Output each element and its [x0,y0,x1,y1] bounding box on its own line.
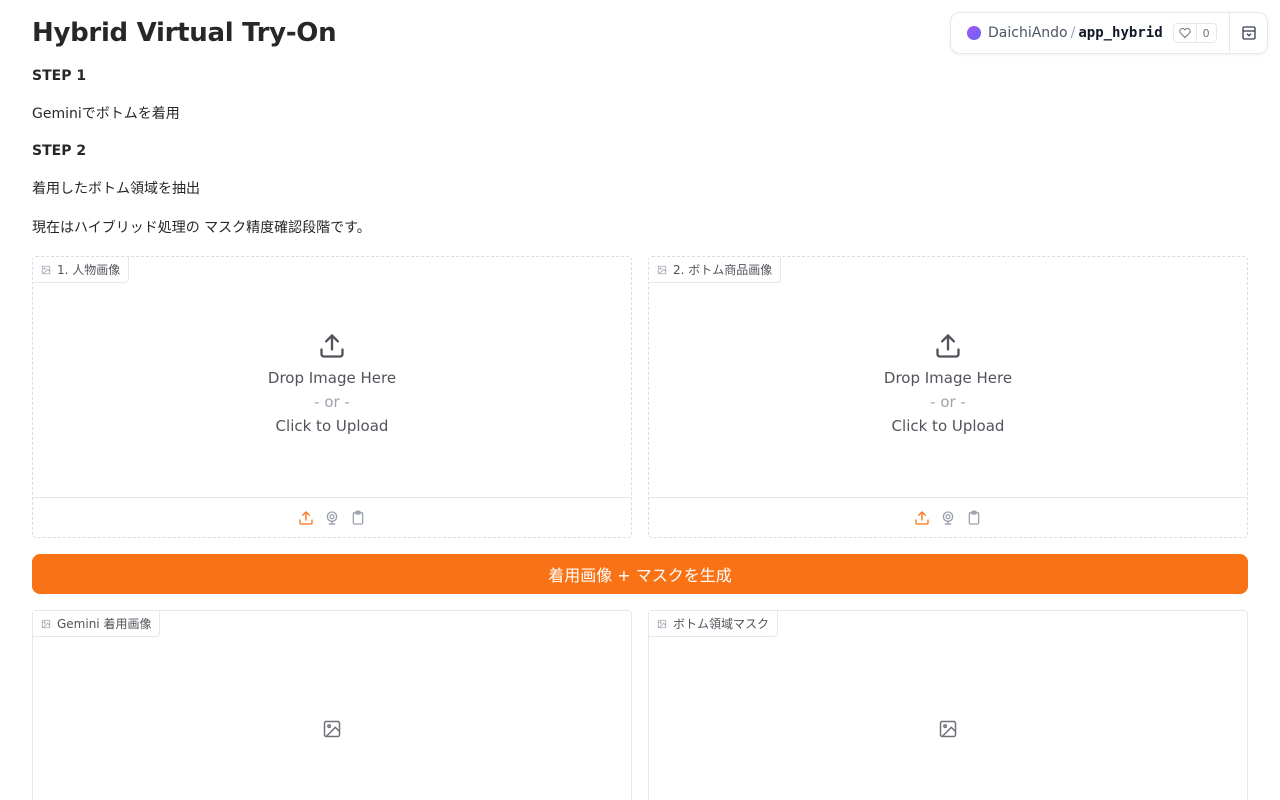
or-text: - or - [930,393,966,411]
app-page: Hybrid Virtual Try-On DaichiAndo / app_h… [0,0,1280,800]
person-image-label-text: 1. 人物画像 [57,263,121,277]
bottom-mask-label-text: ボトム領域マスク [673,617,770,631]
like-count: 0 [1202,26,1210,40]
webcam-source-button[interactable] [324,510,340,526]
step1-text: Geminiでボトムを着用 [32,106,180,122]
webcam-source-button[interactable] [940,510,956,526]
drop-image-text: Drop Image Here [267,369,397,387]
generate-button[interactable]: 着用画像 + マスクを生成 [32,554,1248,594]
upload-icon [915,510,929,525]
image-icon [657,265,667,274]
click-to-upload-text: Click to Upload [891,417,1005,435]
upload-icon [320,334,344,358]
owner-avatar [967,26,981,40]
heart-icon [1174,24,1197,42]
upload-source-button[interactable] [914,510,930,526]
step2-text: 着用したボトム領域を抽出 [32,181,200,197]
person-image-dropzone[interactable]: Drop Image Here - or - Click to Upload [33,257,631,497]
image-icon [41,619,51,628]
step2-heading: STEP 2 [32,143,87,159]
upload-source-button[interactable] [298,510,314,526]
clipboard-source-button[interactable] [350,510,366,526]
bottom-product-label-text: 2. ボトム商品画像 [673,263,773,277]
image-icon [939,720,957,738]
bottom-product-image-upload: Drop Image Here - or - Click to Upload 2… [648,256,1248,538]
clipboard-icon [968,510,980,525]
bottom-mask-output-image: ボトム領域マスク [648,610,1248,800]
person-image-label: 1. 人物画像 [33,257,130,283]
bottom-product-source-toolbar [649,497,1247,537]
webcam-icon [942,510,954,525]
person-image-upload: Drop Image Here - or - Click to Upload 1… [32,256,632,538]
gemini-output-label: Gemini 着用画像 [33,611,161,637]
bottom-product-dropzone[interactable]: Drop Image Here - or - Click to Upload [649,257,1247,497]
upload-icon [299,510,313,525]
space-header: DaichiAndo / app_hybrid 0 [950,12,1268,54]
drop-image-text: Drop Image Here [883,369,1013,387]
space-name[interactable]: app_hybrid [1078,25,1162,41]
bottom-product-label: 2. ボトム商品画像 [649,257,782,283]
upload-icon [936,334,960,358]
gemini-output-label-text: Gemini 着用画像 [57,617,152,631]
status-note: 現在はハイブリッド処理の マスク精度確認段階です。 [32,220,371,236]
step1-heading: STEP 1 [32,68,87,84]
bottom-mask-label: ボトム領域マスク [649,611,779,637]
webcam-icon [326,510,338,525]
collapse-icon [1241,26,1256,40]
image-icon [657,619,667,628]
or-text: - or - [314,393,350,411]
space-identity[interactable]: DaichiAndo / app_hybrid 0 [951,13,1217,53]
gemini-output-image: Gemini 着用画像 [32,610,632,800]
space-separator: / [1070,25,1076,41]
image-icon [323,720,341,738]
collapse-button[interactable] [1229,13,1267,53]
image-icon [41,265,51,274]
person-image-source-toolbar [33,497,631,537]
like-button[interactable]: 0 [1172,23,1217,43]
click-to-upload-text: Click to Upload [275,417,389,435]
clipboard-source-button[interactable] [966,510,982,526]
page-title: Hybrid Virtual Try-On [32,18,337,48]
space-owner[interactable]: DaichiAndo [988,25,1068,41]
clipboard-icon [352,510,364,525]
